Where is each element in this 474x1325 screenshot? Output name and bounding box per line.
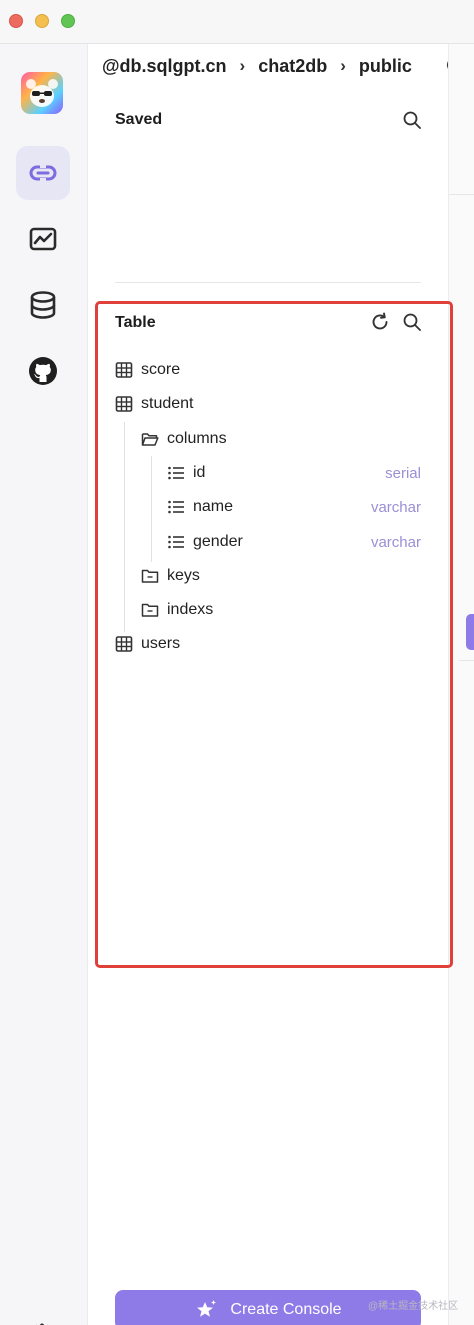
tree-item-folder[interactable]: keys	[141, 564, 200, 588]
tree-item-label: student	[141, 395, 194, 412]
table-refresh-icon[interactable]	[370, 312, 390, 332]
breadcrumb-separator: ›	[239, 56, 246, 75]
breadcrumb-separator: ›	[340, 56, 346, 75]
breadcrumb: @db.sqlgpt.cn › chat2db › public	[102, 54, 412, 78]
editor-divider	[459, 660, 474, 661]
activity-database-button[interactable]	[16, 278, 70, 332]
tree-item-label: score	[141, 361, 181, 378]
watermark-text: @稀土掘金技术社区	[368, 1301, 459, 1312]
tree-item-label: gender	[193, 533, 243, 550]
tree-item-table[interactable]: score	[115, 358, 180, 382]
column-list-icon	[168, 500, 184, 514]
tree-item-label: columns	[167, 430, 227, 447]
maximize-window-button[interactable]	[61, 14, 75, 28]
table-icon	[115, 636, 133, 652]
tree-item-table[interactable]: users	[115, 632, 180, 656]
app-logo[interactable]	[21, 72, 63, 114]
tree-item-column[interactable]: id serial	[167, 461, 421, 485]
activity-github-button[interactable]	[16, 344, 70, 398]
tree-guide-line	[124, 422, 125, 632]
folder-icon	[141, 603, 159, 617]
editor-area-edge	[448, 44, 474, 1325]
breadcrumb-connection[interactable]: @db.sqlgpt.cn	[102, 56, 227, 77]
tree-item-column[interactable]: name varchar	[167, 495, 421, 519]
gear-icon[interactable]	[26, 1321, 58, 1325]
section-divider	[115, 282, 421, 283]
column-list-icon	[168, 535, 184, 549]
create-console-label: Create Console	[230, 1301, 342, 1318]
tree-item-label: name	[193, 498, 234, 515]
saved-section-title: Saved	[115, 111, 163, 128]
table-search-icon[interactable]	[402, 312, 422, 332]
tree-item-label: id	[193, 464, 206, 481]
saved-search-icon[interactable]	[402, 110, 422, 130]
activity-bar	[0, 44, 88, 1325]
close-window-button[interactable]	[9, 14, 23, 28]
tree-item-table[interactable]: student	[115, 392, 193, 416]
editor-divider	[449, 194, 474, 195]
tree-item-column[interactable]: gender varchar	[167, 530, 421, 554]
table-section-title: Table	[115, 314, 156, 331]
tree-item-label: users	[141, 635, 181, 652]
folder-icon	[141, 569, 159, 583]
minimize-window-button[interactable]	[35, 14, 49, 28]
tree-guide-line	[151, 456, 152, 562]
breadcrumb-database[interactable]: chat2db	[258, 56, 327, 77]
editor-active-tab-marker[interactable]	[466, 614, 474, 650]
column-type: varchar	[370, 498, 421, 516]
column-type: varchar	[370, 533, 421, 551]
breadcrumb-schema[interactable]: public	[359, 56, 412, 77]
column-list-icon	[168, 466, 184, 480]
activity-dashboard-button[interactable]	[16, 212, 70, 266]
tree-item-folder-open[interactable]: columns	[141, 427, 227, 451]
tree-item-folder[interactable]: indexs	[141, 598, 213, 622]
chart-icon	[29, 227, 57, 251]
window-titlebar	[0, 0, 474, 44]
link-icon	[29, 164, 57, 182]
bear-logo-icon	[26, 79, 58, 107]
database-icon	[30, 291, 56, 319]
database-panel: @db.sqlgpt.cn › chat2db › public Saved T…	[88, 44, 463, 1325]
tree-item-label: indexs	[167, 601, 214, 618]
table-icon	[115, 362, 133, 378]
folder-open-icon	[141, 433, 159, 446]
activity-connections-button[interactable]	[16, 146, 70, 200]
github-icon	[29, 357, 57, 385]
sparkle-star-icon	[197, 1300, 217, 1317]
tree-item-label: keys	[167, 567, 200, 584]
table-icon	[115, 396, 133, 412]
column-type: serial	[385, 464, 421, 482]
